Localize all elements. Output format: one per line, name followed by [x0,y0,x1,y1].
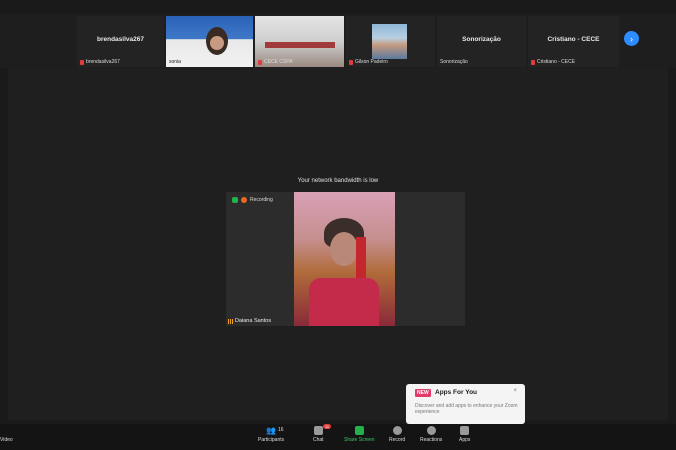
speaker-jacket [309,278,379,326]
participants-button[interactable]: 👥 16 Participants [258,426,284,443]
avatar [372,24,407,59]
participant-name: CECE CSPA [258,59,293,65]
speaker-video [294,192,395,326]
participants-count: 16 [278,427,284,433]
participant-tile-cristiano-cece[interactable]: Cristiano - CECE Cristiano - CECE [528,16,619,67]
participant-tile-gilson-padeiro[interactable]: Gilson Padeiro [346,16,435,67]
participant-video-skin [210,36,224,50]
shield-icon [232,197,238,203]
apps-label: Apps [459,437,471,443]
meeting-toolbar [0,424,676,450]
speaker-name-label: Daiana Santos [228,318,271,324]
reactions-button[interactable]: Reactions [420,426,442,443]
participant-name: brendasilva267 [80,59,120,65]
bandwidth-warning: Your network bandwidth is low [297,178,379,184]
chat-label: Chat [313,437,324,443]
share-screen-icon [354,426,364,435]
record-icon [392,426,402,435]
video-button[interactable]: Video [0,437,13,443]
share-screen-label: Share Screen [344,437,375,443]
apps-for-you-popup: NEW Apps For You × Discover and add apps… [406,384,525,428]
mic-off-icon [531,59,535,65]
new-badge: NEW [415,389,431,397]
record-button[interactable]: Record [389,426,405,443]
participant-center-name: brendasilva267 [97,36,144,43]
reactions-icon [426,426,436,435]
apps-button[interactable]: Apps [459,426,470,443]
participant-name: Sonorização [440,59,468,65]
signal-bars-icon [228,318,233,324]
record-label: Record [389,437,406,443]
chat-button[interactable]: 11 Chat [313,424,332,443]
chat-badge: 11 [323,424,332,429]
mic-off-icon [80,59,84,65]
close-icon[interactable]: × [513,388,517,394]
participant-tile-cece-cspa[interactable]: CECE CSPA [255,16,344,67]
participant-center-name: Cristiano - CECE [547,36,600,43]
next-page-button[interactable]: › [624,31,639,46]
recording-indicator: Recording [232,197,273,203]
participant-name: sonia [169,59,181,65]
record-dot-icon [241,197,247,203]
share-screen-button[interactable]: Share Screen [344,426,375,443]
participant-name: Cristiano - CECE [531,59,575,65]
popup-title: Apps For You [435,389,478,396]
participant-tile-sonorizacao[interactable]: Sonorização Sonorização [437,16,526,67]
reactions-label: Reactions [420,437,443,443]
apps-icon [460,426,470,435]
popup-description: Discover and add apps to enhance your Zo… [415,403,518,415]
participant-tile-brendasilva267[interactable]: brendasilva267 brendasilva267 [77,16,164,67]
mic-off-icon [258,59,262,65]
speaker-face [330,232,358,266]
participant-video-room [265,42,335,48]
participant-center-name: Sonorização [462,36,501,43]
participant-name: Gilson Padeiro [349,59,388,65]
participant-tile-sonia[interactable]: sonia [166,16,253,67]
participants-label: Participants [258,437,285,443]
chat-icon [313,426,323,435]
recording-label: Recording [250,197,273,203]
mic-off-icon [349,59,353,65]
